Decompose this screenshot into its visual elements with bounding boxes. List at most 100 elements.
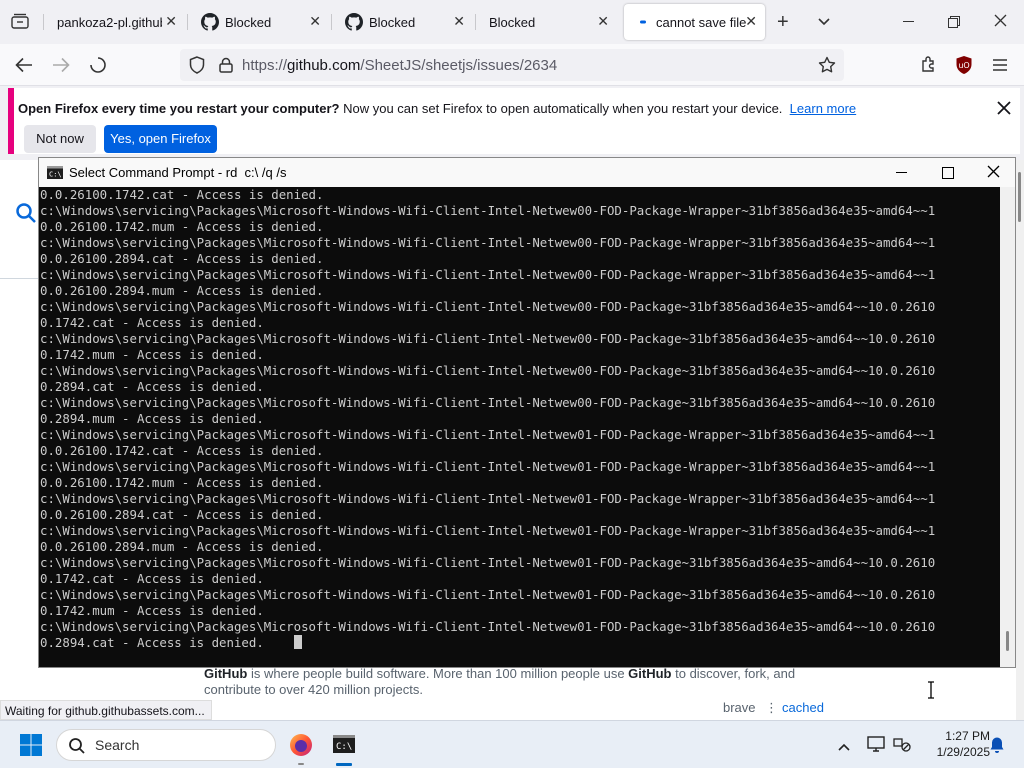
console-output[interactable]: 0.0.26100.1742.cat - Access is denied. c:… — [39, 187, 999, 667]
footer-text-1: is where people build software. More tha… — [247, 666, 629, 681]
url-host: github.com — [287, 57, 361, 74]
console-line: c:\Windows\servicing\Packages\Microsoft-… — [40, 203, 936, 218]
windows-start-icon[interactable] — [20, 734, 42, 761]
network-icon[interactable] — [893, 736, 911, 757]
taskbar-search[interactable]: Search — [56, 729, 276, 761]
menu-icon[interactable] — [992, 58, 1008, 77]
tab-title: Blocked — [489, 14, 536, 30]
loading-status: Waiting for github.githubassets.com... — [0, 700, 212, 720]
minimize-icon[interactable] — [903, 21, 914, 22]
maximize-icon[interactable] — [942, 166, 954, 184]
console-line: c:\Windows\servicing\Packages\Microsoft-… — [40, 587, 936, 602]
search-icon — [68, 737, 86, 760]
search-icon[interactable] — [15, 202, 37, 229]
scrollbar-thumb[interactable] — [1018, 172, 1021, 222]
forward-icon[interactable] — [52, 57, 70, 78]
tab-blocked-2[interactable]: Blocked ✕ — [333, 4, 473, 40]
svg-text:uO: uO — [958, 61, 969, 70]
learn-more-link[interactable]: Learn more — [790, 101, 856, 116]
cmd-taskbar-icon[interactable]: C:\ — [333, 735, 355, 758]
tab-list-icon[interactable] — [11, 13, 29, 29]
close-icon[interactable]: ✕ — [745, 13, 757, 30]
tab-cannot-save-file[interactable]: cannot save file ✕ — [624, 4, 765, 40]
search-label: Search — [95, 737, 140, 753]
cached-link[interactable]: cached — [782, 700, 824, 715]
console-line: c:\Windows\servicing\Packages\Microsoft-… — [40, 459, 936, 474]
new-tab-icon[interactable]: + — [777, 12, 789, 32]
close-icon[interactable]: ✕ — [309, 13, 321, 30]
console-line: c:\Windows\servicing\Packages\Microsoft-… — [40, 491, 936, 506]
url-prefix: https:// — [242, 57, 288, 74]
github-footer-text: GitHub is where people build software. M… — [204, 666, 814, 698]
console-line: 0.2894.cat - Access is denied. — [39, 635, 999, 651]
github-icon — [345, 13, 363, 31]
console-line: c:\Windows\servicing\Packages\Microsoft-… — [40, 235, 936, 250]
console-titlebar[interactable]: C:\ Select Command Prompt - rd c:\ /q /s — [39, 158, 1015, 187]
close-icon[interactable] — [987, 165, 1000, 183]
stop-loading-icon[interactable] — [89, 56, 107, 79]
console-scrollbar[interactable] — [1000, 187, 1015, 667]
back-icon[interactable] — [15, 57, 33, 78]
close-icon[interactable]: ✕ — [165, 13, 177, 30]
command-prompt-window[interactable]: C:\ Select Command Prompt - rd c:\ /q /s… — [38, 157, 1016, 668]
lock-icon[interactable] — [219, 57, 233, 78]
tab-blocked-1[interactable]: Blocked ✕ — [189, 4, 329, 40]
console-line: 0.1742.mum - Access is denied. — [40, 603, 264, 618]
footer-brand-2: GitHub — [628, 666, 672, 681]
notification-bell-icon[interactable] — [989, 736, 1005, 759]
console-line: c:\Windows\servicing\Packages\Microsoft-… — [40, 331, 936, 346]
svg-text:C:\: C:\ — [49, 171, 62, 179]
console-line: 0.0.26100.1742.cat - Access is denied. — [40, 443, 324, 458]
notification-title: Open Firefox every time you restart your… — [18, 101, 340, 116]
tracking-protection-icon[interactable] — [189, 56, 205, 79]
right-scrollbar[interactable] — [1016, 160, 1024, 720]
display-icon[interactable] — [867, 736, 885, 757]
console-line: c:\Windows\servicing\Packages\Microsoft-… — [40, 619, 936, 634]
ublock-origin-icon[interactable]: uO — [955, 55, 973, 80]
tab-title: cannot save file — [656, 14, 747, 30]
console-line: c:\Windows\servicing\Packages\Microsoft-… — [40, 395, 936, 410]
url-text[interactable]: https://github.com/SheetJS/sheetjs/issue… — [242, 57, 557, 74]
tab-pankoza[interactable]: pankoza2-pl.github ✕ — [45, 4, 185, 40]
console-line: c:\Windows\servicing\Packages\Microsoft-… — [40, 299, 936, 314]
console-title: Select Command Prompt - rd c:\ /q /s — [69, 165, 287, 180]
cmd-running-indicator — [336, 763, 352, 766]
svg-text:C:\: C:\ — [336, 742, 352, 752]
not-now-button[interactable]: Not now — [24, 125, 96, 153]
tab-strip: pankoza2-pl.github ✕ Blocked ✕ Blocked ✕… — [0, 0, 1024, 44]
url-bar[interactable]: https://github.com/SheetJS/sheetjs/issue… — [180, 49, 844, 81]
console-line: 0.0.26100.2894.mum - Access is denied. — [40, 539, 324, 554]
firefox-running-indicator — [298, 763, 304, 765]
console-line: 0.1742.mum - Access is denied. — [40, 347, 264, 362]
close-icon[interactable]: ✕ — [453, 13, 465, 30]
system-clock[interactable]: 1:27 PM 1/29/2025 — [920, 728, 990, 760]
console-cursor — [293, 635, 302, 649]
restart-notification-bar: Open Firefox every time you restart your… — [8, 88, 1020, 154]
bookmark-star-icon[interactable] — [818, 56, 836, 79]
clock-date: 1/29/2025 — [936, 745, 990, 759]
chevron-down-icon[interactable] — [817, 14, 831, 32]
minimize-icon[interactable] — [896, 172, 907, 173]
console-line: 0.0.26100.2894.cat - Access is denied. — [40, 251, 324, 266]
url-path: /SheetJS/sheetjs/issues/2634 — [360, 57, 558, 74]
chevron-up-icon[interactable] — [837, 739, 851, 757]
yes-open-firefox-button[interactable]: Yes, open Firefox — [104, 125, 217, 153]
firefox-taskbar-icon[interactable] — [289, 733, 313, 762]
notification-message: Open Firefox every time you restart your… — [18, 101, 856, 116]
close-icon[interactable] — [997, 101, 1011, 120]
close-window-icon[interactable] — [994, 14, 1007, 32]
tab-title: pankoza2-pl.github — [57, 14, 162, 30]
tab-blocked-3[interactable]: Blocked ✕ — [477, 4, 617, 40]
extensions-icon[interactable] — [920, 55, 938, 78]
console-line: 0.2894.mum - Access is denied. — [40, 411, 264, 426]
scrollbar-thumb[interactable] — [1006, 631, 1009, 651]
console-line: c:\Windows\servicing\Packages\Microsoft-… — [40, 427, 936, 442]
cmd-icon: C:\ — [47, 166, 63, 184]
close-icon[interactable]: ✕ — [597, 13, 609, 30]
loading-icon — [636, 19, 650, 25]
console-line: c:\Windows\servicing\Packages\Microsoft-… — [40, 555, 936, 570]
restore-icon[interactable] — [948, 15, 960, 33]
dot-separator: ⋮ — [765, 700, 778, 715]
console-line: 0.0.26100.1742.mum - Access is denied. — [40, 475, 324, 490]
navigation-bar: https://github.com/SheetJS/sheetjs/issue… — [0, 44, 1024, 86]
